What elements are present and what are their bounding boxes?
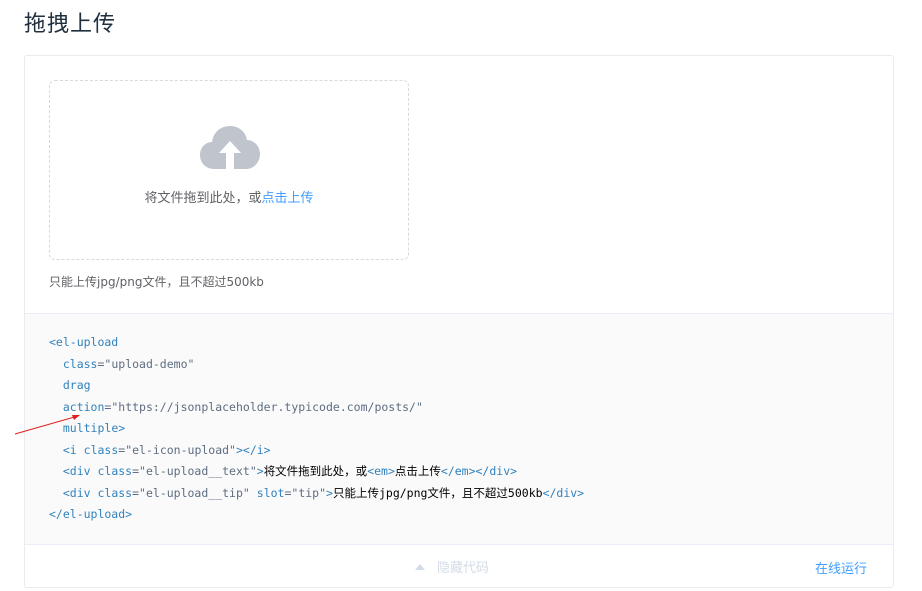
annotation-arrow-icon <box>14 415 80 435</box>
code-tag: <i <box>62 442 84 457</box>
code-tag: ></i> <box>235 442 271 457</box>
code-string: "el-icon-upload" <box>125 442 236 457</box>
code-attr: class <box>83 442 119 457</box>
code-string: "el-upload__tip" <box>139 485 250 500</box>
code-tag: </em></div> <box>440 464 518 478</box>
code-tag: <em> <box>367 464 395 478</box>
demo-control-bar: 隐藏代码 在线运行 <box>25 544 893 587</box>
code-attr: slot <box>256 485 285 500</box>
upload-tip: 只能上传jpg/png文件，且不超过500kb <box>49 275 264 289</box>
code-attr: class <box>97 485 133 500</box>
code-string: "https://jsonplaceholder.typicode.com/po… <box>111 399 423 414</box>
code-block: <el-upload class="upload-demo" drag acti… <box>25 313 893 544</box>
page-title: 拖拽上传 <box>24 12 117 37</box>
code-tag: > <box>326 485 333 500</box>
run-online-button[interactable]: 在线运行 <box>815 558 867 577</box>
hide-code-label: 隐藏代码 <box>437 561 490 576</box>
code-content: <el-upload class="upload-demo" drag acti… <box>49 335 585 521</box>
code-tag: </div> <box>542 485 585 500</box>
code-text: 只能上传jpg/png文件，且不超过500kb <box>332 485 543 500</box>
code-string: "upload-demo" <box>104 356 195 371</box>
code-tag: <div <box>62 464 98 478</box>
code-string: "tip" <box>291 485 327 500</box>
code-attr: class <box>97 464 133 478</box>
caret-up-icon <box>415 564 425 570</box>
code-tag: <div <box>62 485 98 500</box>
code-text: 点击上传 <box>394 464 441 478</box>
upload-text: 将文件拖到此处，或点击上传 <box>50 187 408 206</box>
code-line-1: <el-upload <box>49 335 119 349</box>
demo-block: 将文件拖到此处，或点击上传 只能上传jpg/png文件，且不超过500kb <e… <box>24 55 894 588</box>
upload-drag-text: 将文件拖到此处，或 <box>144 191 262 206</box>
code-attr: drag <box>62 378 91 392</box>
code-line-9: </el-upload> <box>49 507 133 521</box>
demo-source: 将文件拖到此处，或点击上传 只能上传jpg/png文件，且不超过500kb <box>25 56 893 313</box>
code-string: "el-upload__text" <box>139 464 257 478</box>
code-tag: > <box>256 464 264 478</box>
click-upload-link[interactable]: 点击上传 <box>262 191 314 206</box>
upload-dropzone[interactable]: 将文件拖到此处，或点击上传 <box>49 80 409 260</box>
cloud-upload-icon <box>200 126 260 169</box>
code-attr: class <box>62 356 98 371</box>
hide-code-toggle[interactable]: 隐藏代码 <box>415 557 489 576</box>
code-text: 将文件拖到此处，或 <box>263 464 368 478</box>
